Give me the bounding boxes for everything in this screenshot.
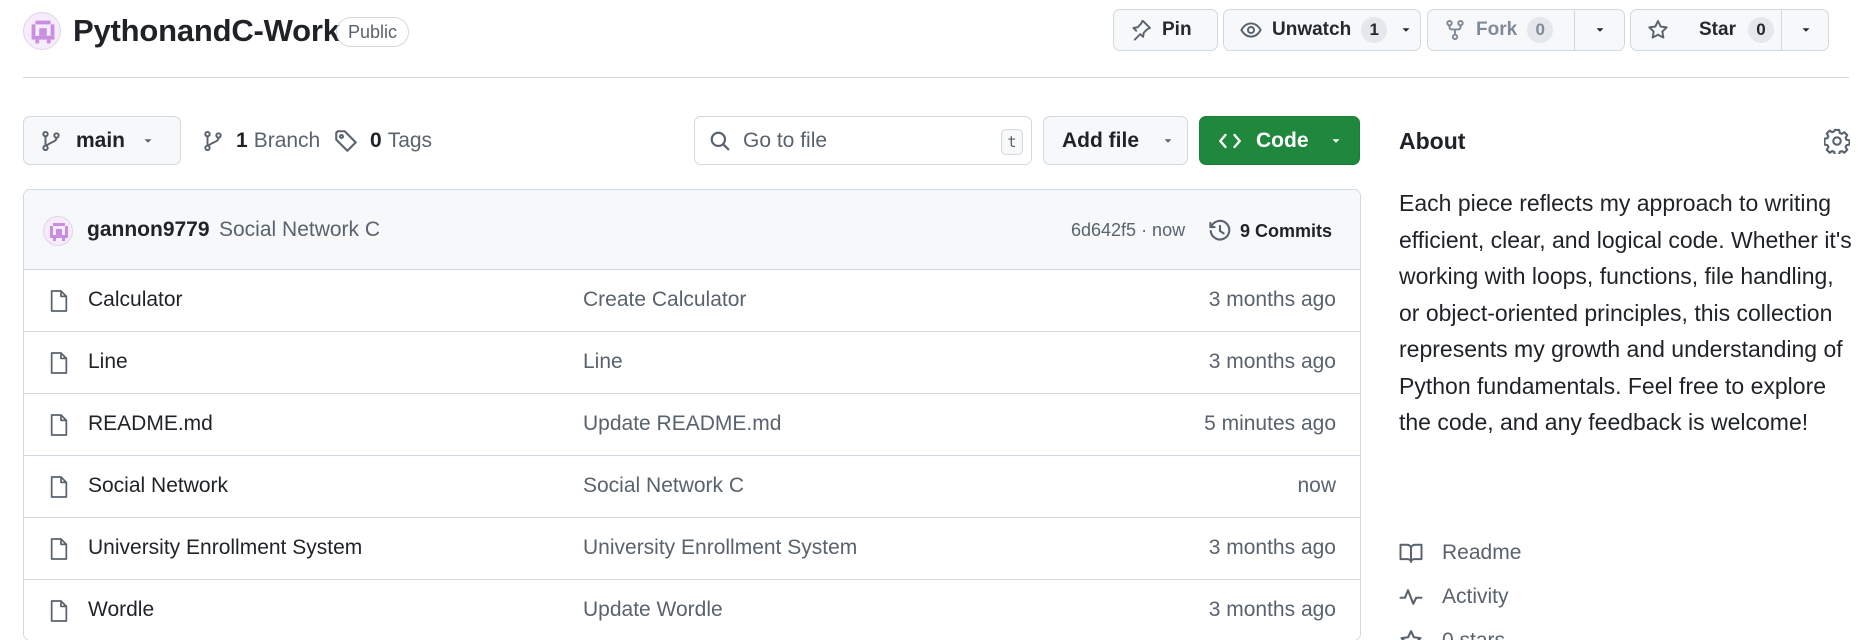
file-name[interactable]: University Enrollment System: [88, 536, 362, 560]
file-commit-message[interactable]: Line: [583, 350, 623, 374]
chevron-down-icon: [1402, 28, 1410, 32]
pin-button[interactable]: Pin: [1113, 9, 1218, 51]
file-row[interactable]: Social Network Social Network C now: [24, 456, 1360, 518]
commits-history-link[interactable]: 9 Commits: [1208, 216, 1332, 246]
file-commit-message[interactable]: Update README.md: [583, 412, 781, 436]
branch-label: Branch: [253, 129, 321, 152]
author-avatar[interactable]: [43, 216, 73, 246]
gear-icon[interactable]: [1824, 128, 1850, 154]
file-commit-age: 5 minutes ago: [1204, 412, 1336, 435]
commit-author[interactable]: gannon9779: [87, 218, 210, 242]
file-row[interactable]: University Enrollment System University …: [24, 518, 1360, 580]
star-label: Star: [1699, 19, 1736, 40]
branch-count: 1: [236, 129, 248, 152]
star-dropdown-chevron-icon[interactable]: [1799, 23, 1813, 37]
file-row[interactable]: Wordle Update Wordle 3 months ago: [24, 580, 1360, 640]
file-commit-age: 3 months ago: [1208, 598, 1336, 621]
activity-link[interactable]: Activity: [1399, 582, 1509, 612]
star-button[interactable]: Star 0: [1630, 9, 1829, 51]
visibility-badge: Public: [336, 17, 410, 47]
commits-label: Commits: [1255, 220, 1333, 241]
code-button[interactable]: Code: [1199, 116, 1360, 165]
tag-icon: [335, 130, 357, 152]
commit-message[interactable]: Social Network C: [219, 218, 380, 242]
file-commit-message[interactable]: Create Calculator: [583, 288, 746, 312]
file-name[interactable]: Wordle: [88, 598, 154, 622]
fork-counter: 0: [1527, 17, 1554, 43]
file-commit-message[interactable]: Update Wordle: [583, 598, 723, 622]
add-file-label: Add file: [1062, 128, 1139, 152]
readme-label: Readme: [1442, 541, 1522, 564]
file-icon: [50, 414, 68, 436]
file-icon: [50, 476, 68, 498]
fork-dropdown-chevron-icon[interactable]: [1593, 23, 1607, 37]
activity-label: Activity: [1442, 585, 1509, 608]
repo-header: PythonandC-Work Public Pin Unwatch 1 For…: [23, 0, 1849, 78]
repo-name[interactable]: PythonandC-Work: [73, 12, 340, 50]
add-file-button[interactable]: Add file: [1043, 116, 1188, 165]
watch-counter: 1: [1361, 17, 1388, 43]
fork-split-divider: [1574, 10, 1575, 50]
search-placeholder: Go to file: [743, 128, 828, 152]
fork-button[interactable]: Fork 0: [1427, 9, 1625, 51]
fork-label: Fork: [1476, 19, 1518, 40]
file-name[interactable]: Social Network: [88, 474, 228, 498]
chevron-down-icon: [144, 138, 152, 143]
branch-select-button[interactable]: main: [23, 116, 181, 165]
shortcut-hint: t: [1001, 129, 1023, 155]
go-to-file-input[interactable]: Go to file t: [694, 116, 1032, 165]
file-row[interactable]: README.md Update README.md 5 minutes ago: [24, 394, 1360, 456]
chevron-down-icon: [1332, 138, 1339, 143]
branches-link[interactable]: 1 Branch: [202, 125, 320, 157]
file-commit-message[interactable]: University Enrollment System: [583, 536, 857, 560]
stars-link[interactable]: 0 stars: [1399, 626, 1505, 640]
fork-icon: [1446, 19, 1464, 41]
file-icon: [50, 600, 68, 622]
tag-label: Tags: [387, 129, 433, 152]
branch-name: main: [76, 128, 126, 152]
star-split-divider: [1781, 10, 1782, 50]
readme-link[interactable]: Readme: [1399, 538, 1521, 568]
history-icon: [1209, 219, 1231, 241]
stars-label: 0 stars: [1442, 629, 1505, 640]
file-row[interactable]: Line Line 3 months ago: [24, 332, 1360, 394]
book-icon: [1399, 543, 1423, 563]
about-heading: About: [1399, 128, 1466, 154]
owner-avatar[interactable]: [23, 12, 61, 50]
search-icon: [710, 131, 730, 151]
unwatch-button[interactable]: Unwatch 1: [1223, 9, 1421, 51]
latest-commit-bar: gannon9779 Social Network C 6d642f5 · no…: [24, 190, 1360, 270]
commits-count: 9: [1240, 220, 1251, 241]
file-icon: [50, 538, 68, 560]
pin-icon: [1132, 20, 1151, 41]
unwatch-label: Unwatch: [1272, 19, 1352, 40]
file-row[interactable]: Calculator Create Calculator 3 months ag…: [24, 270, 1360, 332]
git-branch-icon: [42, 130, 60, 151]
pulse-icon: [1399, 589, 1423, 605]
tags-link[interactable]: 0 Tags: [334, 125, 432, 157]
file-commit-message[interactable]: Social Network C: [583, 474, 744, 498]
file-commit-age: 3 months ago: [1208, 288, 1336, 311]
file-browser: gannon9779 Social Network C 6d642f5 · no…: [23, 189, 1361, 640]
file-icon: [50, 352, 68, 374]
code-label: Code: [1256, 128, 1309, 152]
file-commit-age: 3 months ago: [1208, 536, 1336, 559]
star-icon: [1648, 20, 1668, 39]
file-name[interactable]: Calculator: [88, 288, 183, 312]
git-branch-icon: [204, 130, 222, 152]
about-description: Each piece reflects my approach to writi…: [1399, 190, 1852, 435]
commit-hash-time[interactable]: 6d642f5 · now: [1071, 220, 1185, 241]
chevron-down-icon: [1164, 138, 1172, 143]
file-icon: [50, 290, 68, 312]
file-commit-age: now: [1297, 474, 1336, 497]
file-commit-age: 3 months ago: [1208, 350, 1336, 373]
star-counter: 0: [1747, 17, 1774, 43]
code-icon: [1219, 133, 1241, 148]
file-name[interactable]: Line: [88, 350, 128, 374]
file-name[interactable]: README.md: [88, 412, 213, 436]
eye-icon: [1240, 22, 1262, 38]
pin-label: Pin: [1162, 19, 1192, 40]
tag-count: 0: [370, 129, 382, 152]
star-icon: [1400, 630, 1422, 640]
